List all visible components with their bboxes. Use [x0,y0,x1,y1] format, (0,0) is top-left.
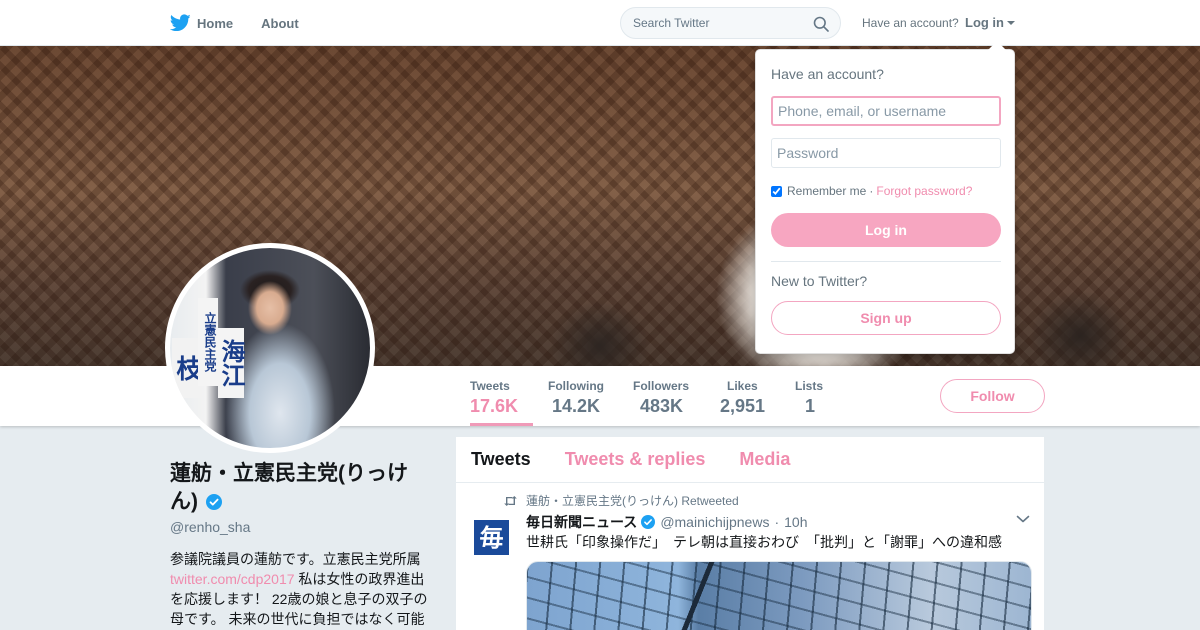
retweet-context-text: 蓮舫・立憲民主党(りっけん) Retweeted [526,494,739,508]
nav-home-label: Home [197,15,234,31]
stat-label: Followers [633,379,690,393]
remember-me-label: Remember me [787,184,867,198]
login-button[interactable]: Log in [771,213,1001,247]
stat-following[interactable]: Following 14.2K [548,366,604,426]
login-dropdown: Have an account? Remember me · Forgot pa… [755,41,1015,354]
tweet-author-name[interactable]: 毎日新聞ニュース [526,512,637,532]
nav-left: Home About [170,0,327,46]
tweet-media-image[interactable] [526,561,1032,630]
stat-tweets[interactable]: Tweets 17.6K [470,366,533,426]
profile-name[interactable]: 蓮舫・立憲民主党(りっけん) [170,460,430,516]
tweet-header: 毎日新聞ニュース @mainichijpnews · 10h [526,512,808,532]
login-dropdown-title: Have an account? [771,66,884,82]
avatar-sign-right: 立憲民主党 [198,298,218,386]
forgot-password-link[interactable]: Forgot password? [876,184,972,198]
login-dropdown-toggle[interactable]: Log in [965,15,1015,30]
timeline: Tweets Tweets & replies Media 蓮舫・立憲民主党(り… [456,437,1044,630]
username-field[interactable] [771,96,1001,126]
search-icon[interactable] [813,16,829,32]
timeline-tabs: Tweets Tweets & replies Media [456,437,1044,483]
stat-label: Following [548,379,604,393]
tab-tweets[interactable]: Tweets [471,449,531,470]
stat-label: Likes [727,379,758,393]
verified-icon [641,515,656,529]
profile-avatar[interactable]: 枝 立憲民主党 海江 [165,243,375,453]
follow-button[interactable]: Follow [940,379,1045,413]
tweet-text: 世耕氏「印象操作だ」 テレ朝は直接おわび 「批判」と「謝罪」への違和感 [526,534,1002,550]
avatar-sign-right2: 海江 [217,328,245,398]
have-account-text: Have an account? [862,16,959,30]
nav-about-link[interactable]: About [261,16,299,31]
caret-down-icon [1007,21,1015,25]
tab-media[interactable]: Media [739,449,790,470]
search-input[interactable] [621,8,801,38]
new-to-twitter-text: New to Twitter? [771,273,868,289]
chevron-down-icon[interactable] [1016,514,1030,524]
tweet[interactable]: 蓮舫・立憲民主党(りっけん) Retweeted 毎 毎日新聞ニュース @mai… [456,484,1044,630]
stat-label: Lists [795,379,824,393]
remember-separator: · [869,184,874,198]
verified-icon [205,494,222,510]
tweet-author-avatar[interactable]: 毎 [474,520,509,555]
stat-value: 14.2K [552,396,601,416]
stat-lists[interactable]: Lists 1 [795,366,823,426]
retweet-context: 蓮舫・立憲民主党(りっけん) Retweeted [503,492,739,509]
profile-bio: 参議院議員の蓮舫です。立憲民主党所属 twitter.com/cdp2017 私… [170,549,432,629]
stat-value: 1 [805,396,816,416]
tweet-author-handle[interactable]: @mainichijpnews [660,514,769,530]
stat-value: 483K [640,396,684,416]
nav-home-link[interactable]: Home [170,14,233,32]
stat-label: Tweets [470,379,510,393]
tweet-time[interactable]: 10h [784,514,807,530]
tweet-separator: · [774,514,780,530]
dropdown-divider [771,261,1001,262]
remember-me[interactable]: Remember me · Forgot password? [771,184,972,198]
stat-value: 2,951 [720,396,766,416]
remember-me-checkbox[interactable] [771,185,782,197]
bio-text-1: 参議院議員の蓮舫です。立憲民主党所属 [170,551,421,567]
search-box[interactable] [620,7,841,39]
profile-handle[interactable]: @renho_sha [170,519,250,535]
retweet-icon [504,495,517,506]
twitter-bird-icon [170,14,191,32]
stat-likes[interactable]: Likes 2,951 [720,366,765,426]
stat-value: 17.6K [470,396,519,416]
top-navigation-bar: Home About Have an account? Log in [0,0,1200,46]
stat-followers[interactable]: Followers 483K [633,366,689,426]
signup-button[interactable]: Sign up [771,301,1001,335]
password-field[interactable] [771,138,1001,168]
login-label: Log in [965,15,1004,30]
bio-link[interactable]: twitter.com/cdp2017 [170,571,295,587]
tab-tweets-and-replies[interactable]: Tweets & replies [565,449,706,470]
